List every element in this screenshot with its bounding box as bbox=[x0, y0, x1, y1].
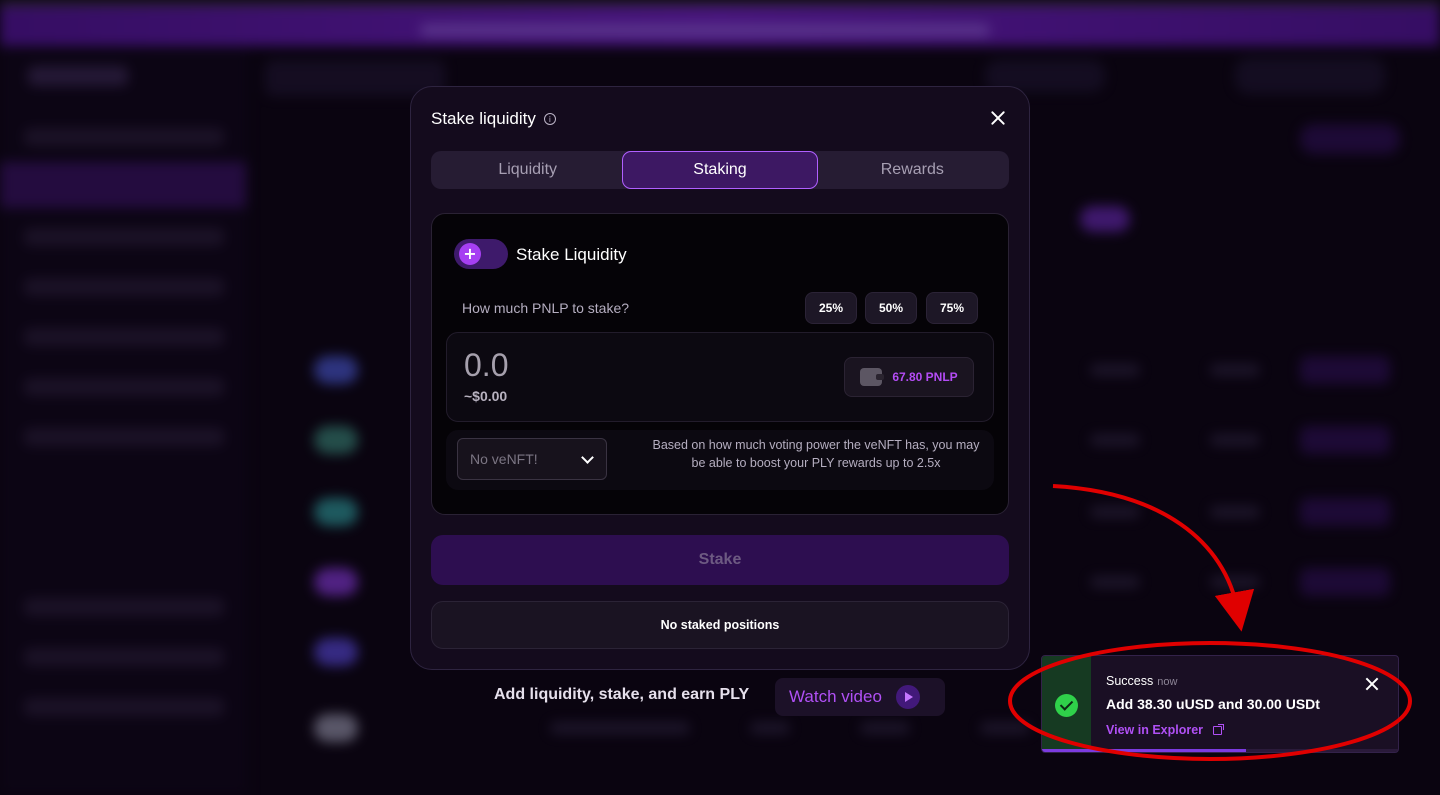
sidebar-item bbox=[24, 278, 224, 296]
toast-progress-track bbox=[1042, 749, 1398, 752]
announcement-banner bbox=[0, 6, 1440, 46]
toast-title: Success now bbox=[1106, 674, 1177, 688]
external-link-icon bbox=[1213, 723, 1225, 735]
sidebar-item-active bbox=[0, 162, 246, 208]
sidebar-item bbox=[24, 648, 224, 666]
toast-progress-bar bbox=[1042, 749, 1247, 752]
plus-icon: + bbox=[459, 243, 481, 265]
tab-staking[interactable]: Staking bbox=[622, 151, 818, 189]
amount-usd-value: ~$0.00 bbox=[464, 388, 508, 404]
percent-25-button[interactable]: 25% bbox=[805, 292, 857, 324]
check-circle-icon bbox=[1055, 694, 1078, 717]
percent-50-button[interactable]: 50% bbox=[865, 292, 917, 324]
success-toast: Success now Add 38.30 uUSD and 30.00 USDt… bbox=[1041, 655, 1399, 753]
tab-liquidity[interactable]: Liquidity bbox=[431, 151, 624, 189]
toast-message: Add 38.30 uUSD and 30.00 USDt bbox=[1106, 696, 1320, 712]
sidebar-item bbox=[24, 598, 224, 616]
toast-status-strip bbox=[1042, 656, 1091, 752]
close-icon[interactable] bbox=[989, 109, 1007, 127]
no-staked-positions: No staked positions bbox=[431, 601, 1009, 649]
sidebar-item bbox=[24, 378, 224, 396]
stake-toggle-label: Stake Liquidity bbox=[516, 245, 627, 264]
sidebar-item bbox=[24, 128, 224, 146]
promo-text: Add liquidity, stake, and earn PLY bbox=[494, 686, 750, 703]
venft-note: Based on how much voting power the veNFT… bbox=[652, 438, 980, 470]
sidebar-item bbox=[24, 328, 224, 346]
stake-liquidity-toggle[interactable]: + bbox=[454, 239, 508, 269]
balance-value: 67.80 PNLP bbox=[892, 370, 958, 384]
watch-video-button[interactable]: Watch video bbox=[775, 678, 945, 716]
sidebar bbox=[0, 46, 248, 795]
percent-75-button[interactable]: 75% bbox=[926, 292, 978, 324]
amount-input[interactable]: 0.0 bbox=[464, 347, 508, 384]
watch-video-label: Watch video bbox=[789, 687, 882, 706]
wallet-icon bbox=[860, 368, 885, 386]
toast-close-icon[interactable] bbox=[1364, 676, 1380, 692]
stake-liquidity-modal: Stake liquidity i Liquidity Staking Rewa… bbox=[410, 86, 1030, 670]
venft-select[interactable]: No veNFT! bbox=[457, 438, 607, 480]
balance-button[interactable]: 67.80 PNLP bbox=[844, 357, 974, 397]
play-icon bbox=[895, 685, 920, 709]
venft-select-value: No veNFT! bbox=[470, 451, 538, 467]
tab-rewards[interactable]: Rewards bbox=[816, 151, 1009, 189]
app-logo bbox=[28, 66, 128, 86]
sidebar-item bbox=[24, 228, 224, 246]
info-icon[interactable]: i bbox=[543, 113, 556, 125]
sidebar-item bbox=[24, 428, 224, 446]
amount-prompt: How much PNLP to stake? bbox=[462, 300, 630, 316]
sidebar-item bbox=[24, 698, 224, 716]
view-in-explorer-label: View in Explorer bbox=[1106, 723, 1204, 737]
venft-box: No veNFT! Based on how much voting power… bbox=[446, 430, 994, 490]
modal-tabs: Liquidity Staking Rewards bbox=[431, 151, 1009, 189]
amount-input-box[interactable]: 0.0 ~$0.00 67.80 PNLP bbox=[446, 332, 994, 422]
view-in-explorer-link[interactable]: View in Explorer bbox=[1106, 723, 1225, 737]
stake-panel: + Stake Liquidity How much PNLP to stake… bbox=[431, 213, 1009, 515]
chevron-down-icon bbox=[581, 451, 594, 464]
modal-title: Stake liquidity i bbox=[431, 109, 556, 129]
modal-title-text: Stake liquidity bbox=[431, 109, 536, 128]
stake-button[interactable]: Stake bbox=[431, 535, 1009, 585]
toast-time: now bbox=[1157, 676, 1178, 688]
toast-title-text: Success bbox=[1106, 674, 1154, 688]
